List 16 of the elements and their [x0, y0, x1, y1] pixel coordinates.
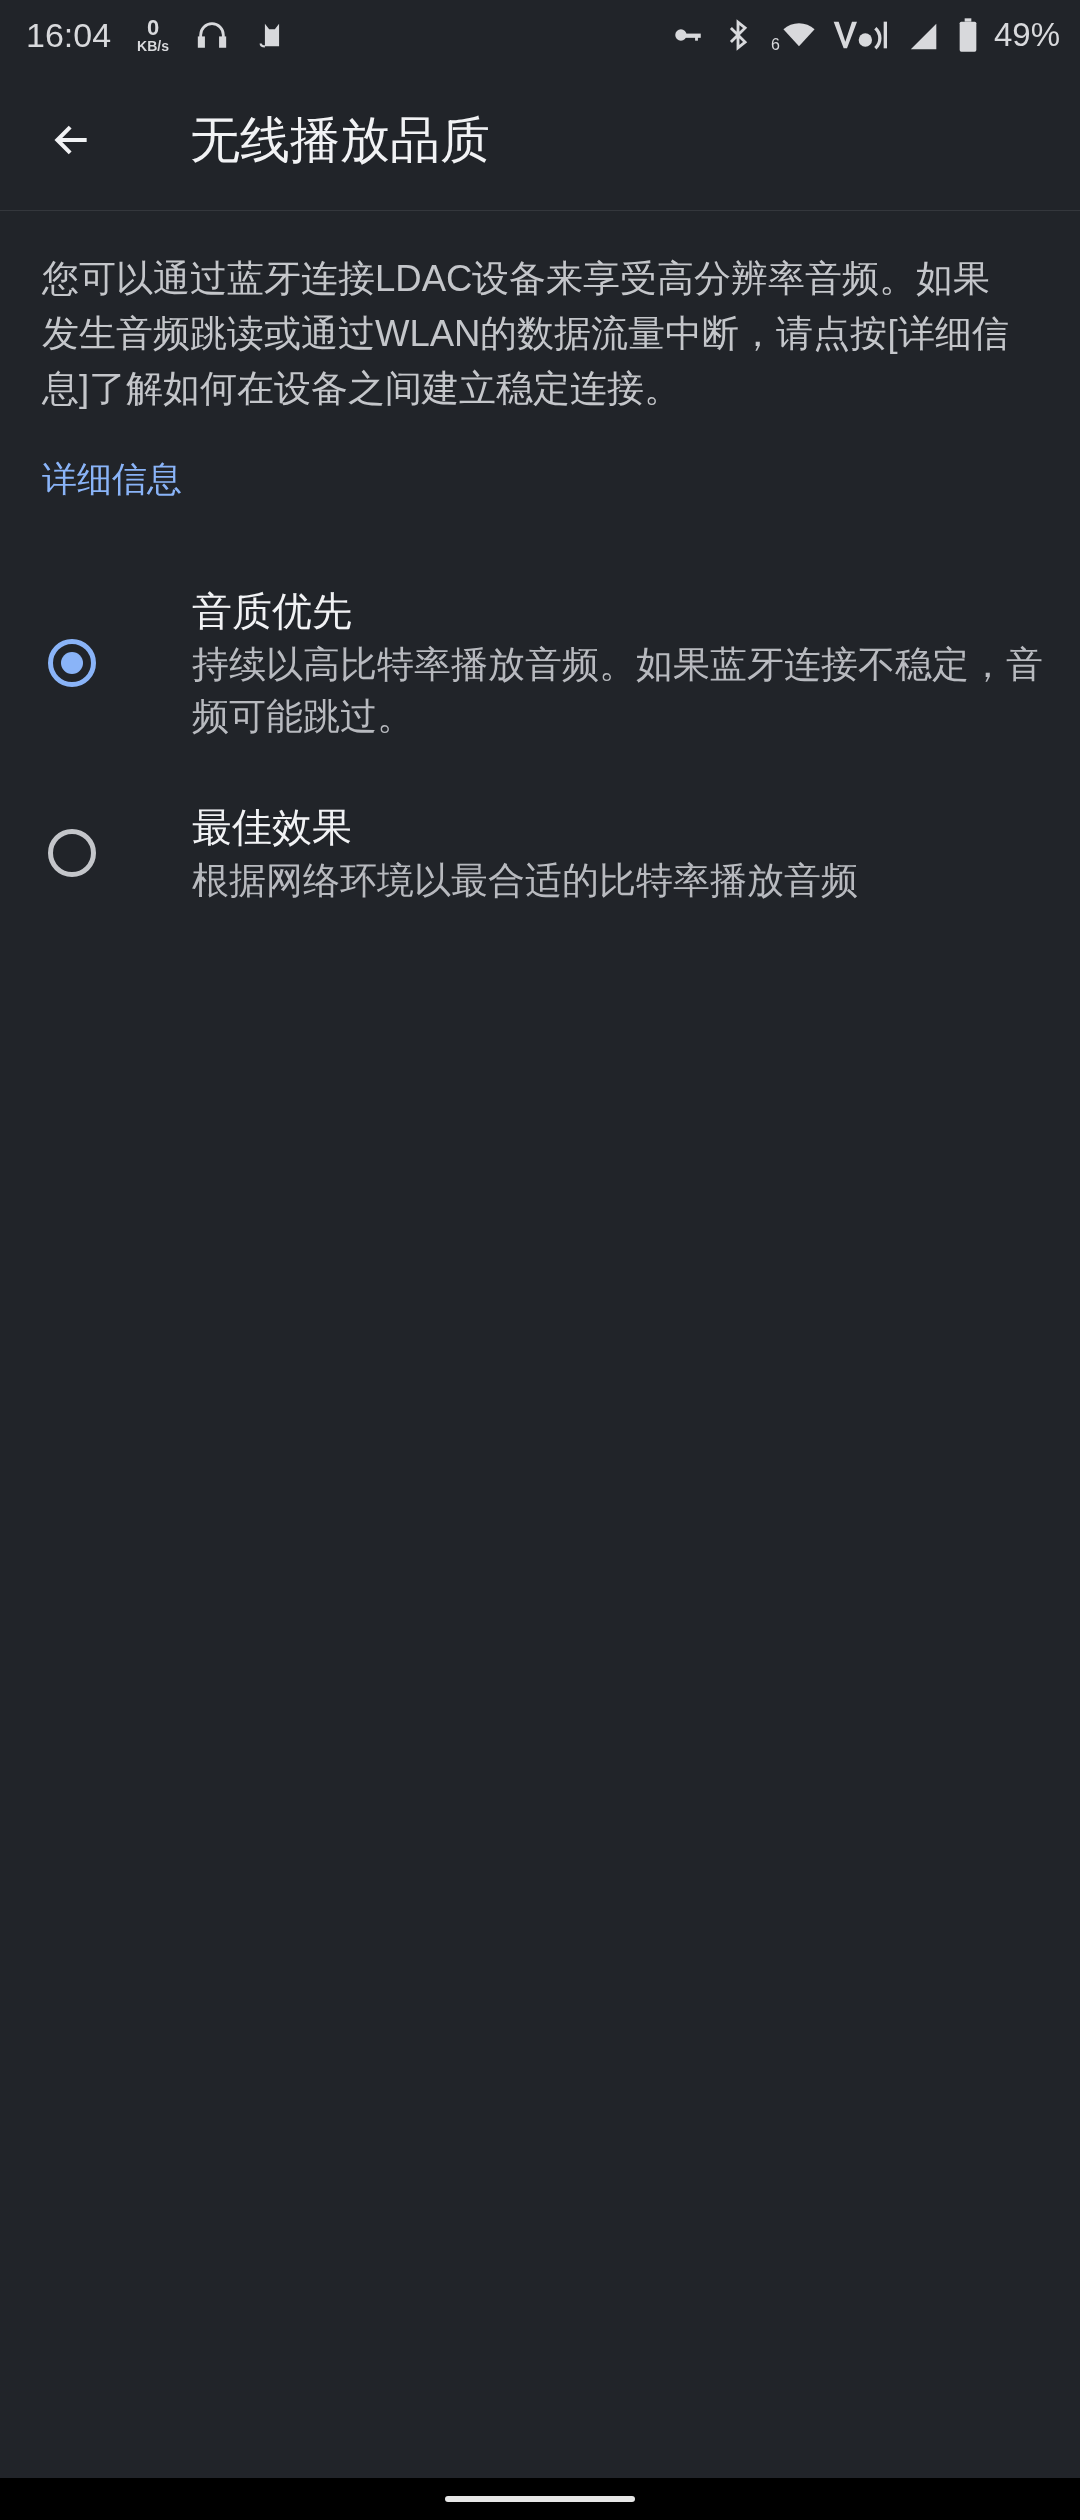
net-speed: 0 — [146, 17, 160, 39]
option-summary: 持续以高比特率播放音频。如果蓝牙连接不稳定，音频可能跳过。 — [192, 643, 1044, 739]
home-handle[interactable] — [445, 2496, 635, 2502]
battery-icon — [957, 18, 978, 52]
details-link[interactable]: 详细信息 — [42, 456, 182, 503]
net-speed-unit: KB/s — [137, 39, 169, 53]
option-title: 最佳效果 — [192, 804, 353, 851]
option-summary: 根据网络环境以最合适的比特率播放音频 — [192, 859, 859, 903]
battery-level: 49% — [993, 16, 1060, 54]
wifi-band-label: 6 — [771, 36, 780, 54]
description-text: 您可以通过蓝牙连接LDAC设备来享受高分辨率音频。如果发生音频跳读或通过WLAN的数据流量中断，请点按[详细信息]了解如何在设备之间建立稳定连接。 — [42, 257, 1010, 411]
page-title: 无线播放品质 — [190, 110, 490, 170]
radio-button[interactable] — [48, 639, 96, 687]
option-title: 音质优先 — [192, 588, 353, 635]
radio-button[interactable] — [48, 829, 96, 877]
clock: 16:04 — [26, 15, 112, 55]
